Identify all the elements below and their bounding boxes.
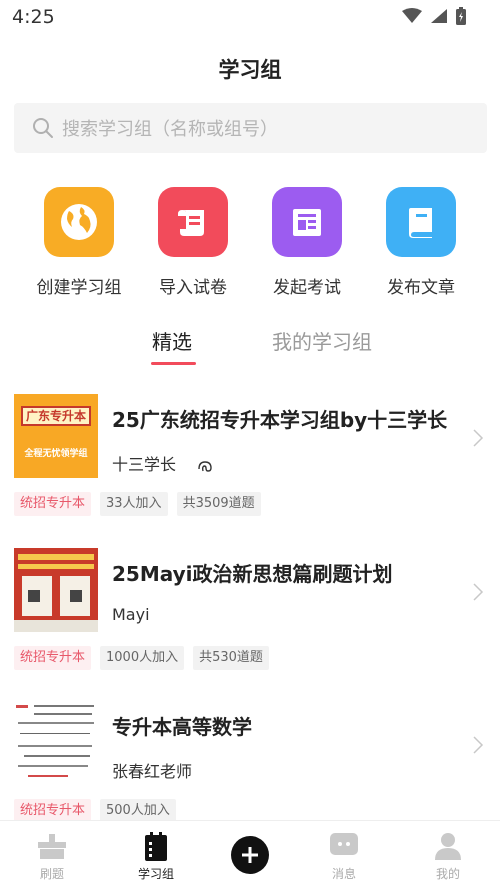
action-tile: [386, 187, 456, 257]
add-button[interactable]: [231, 836, 269, 874]
action-label: 发布文章: [387, 278, 455, 298]
practice-icon: [38, 834, 66, 859]
globe-icon: [61, 204, 97, 240]
active-tab-indicator: [151, 362, 196, 365]
nav-messages[interactable]: 消息: [294, 821, 394, 889]
author-name: 十三学长: [112, 455, 177, 474]
group-thumbnail: [14, 548, 98, 632]
import-paper-button[interactable]: 导入试卷: [136, 187, 250, 298]
create-group-button[interactable]: 创建学习组: [22, 187, 136, 298]
thumb-subtitle: 全程无忧领学组: [24, 449, 88, 459]
newspaper-icon: [293, 209, 321, 236]
notebook-icon: [145, 832, 167, 861]
thumb-banner: 广东专升本: [21, 406, 91, 426]
add-icon: [242, 847, 258, 863]
category-tag: 统招专升本: [14, 646, 92, 670]
action-label: 创建学习组: [36, 278, 122, 298]
action-label: 导入试卷: [159, 278, 227, 298]
chevron-right-icon: [473, 583, 484, 601]
page-title: 学习组: [218, 58, 282, 82]
group-tags: 统招专升本 1000人加入 共530道题: [14, 646, 269, 670]
action-tile: [158, 187, 228, 257]
nav-label: 消息: [331, 867, 356, 881]
group-author: 十三学长: [112, 451, 213, 475]
search-icon: [33, 118, 53, 138]
action-tile: [272, 187, 342, 257]
profile-icon: [435, 833, 461, 860]
status-time: 4:25: [12, 6, 55, 28]
questions-tag: 共530道题: [193, 646, 269, 670]
publish-article-button[interactable]: 发布文章: [364, 187, 478, 298]
status-bar: 4:25: [0, 0, 500, 36]
battery-icon: [456, 7, 466, 25]
questions-tag: 共3509道题: [176, 492, 261, 516]
tab-featured[interactable]: 精选: [152, 326, 192, 355]
quick-actions: 创建学习组 导入试卷 发起考试 发布文章: [0, 187, 500, 307]
nav-label: 刷题: [39, 867, 64, 881]
group-title: 专升本高等数学: [112, 715, 252, 739]
search-placeholder: 搜索学习组（名称或组号）: [62, 119, 278, 140]
action-tile: [44, 187, 114, 257]
bottom-nav: 刷题 学习组 消息 我的: [0, 820, 500, 889]
nav-label: 学习组: [137, 867, 174, 881]
start-exam-button[interactable]: 发起考试: [250, 187, 364, 298]
group-card[interactable]: 广东专升本 全程无忧领学组 25广东统招专升本学习组by十三学长 十三学长 统招…: [0, 394, 500, 544]
chat-icon: [330, 833, 358, 855]
author-name: Mayi: [112, 605, 150, 624]
search-input[interactable]: 搜索学习组（名称或组号）: [14, 103, 487, 153]
group-title: 25Mayi政治新思想篇刷题计划: [112, 562, 393, 586]
group-author: Mayi: [112, 605, 150, 624]
chevron-right-icon: [473, 736, 484, 754]
book-icon: [409, 208, 432, 238]
wifi-icon: [402, 8, 422, 23]
tab-my-groups[interactable]: 我的学习组: [272, 326, 372, 355]
group-title: 25广东统招专升本学习组by十三学长: [112, 408, 448, 432]
members-tag: 33人加入: [100, 492, 168, 516]
nav-profile[interactable]: 我的: [398, 821, 498, 889]
members-tag: 1000人加入: [100, 646, 185, 670]
scroll-icon: [178, 210, 204, 236]
verified-badge-icon: [198, 460, 212, 472]
group-card[interactable]: 25Mayi政治新思想篇刷题计划 Mayi 统招专升本 1000人加入 共530…: [0, 548, 500, 698]
status-icons: [402, 7, 466, 25]
author-name: 张春红老师: [112, 762, 193, 781]
cellular-signal-icon: [431, 9, 447, 23]
chevron-right-icon: [473, 429, 484, 447]
group-tags: 统招专升本 33人加入 共3509道题: [14, 492, 261, 516]
nav-label: 我的: [435, 867, 460, 881]
action-label: 发起考试: [273, 278, 341, 298]
group-thumbnail: 广东专升本 全程无忧领学组: [14, 394, 98, 478]
group-author: 张春红老师: [112, 758, 192, 782]
category-tag: 统招专升本: [14, 492, 92, 516]
nav-study-group[interactable]: 学习组: [106, 821, 206, 889]
group-thumbnail: [14, 701, 98, 785]
nav-practice[interactable]: 刷题: [2, 821, 102, 889]
